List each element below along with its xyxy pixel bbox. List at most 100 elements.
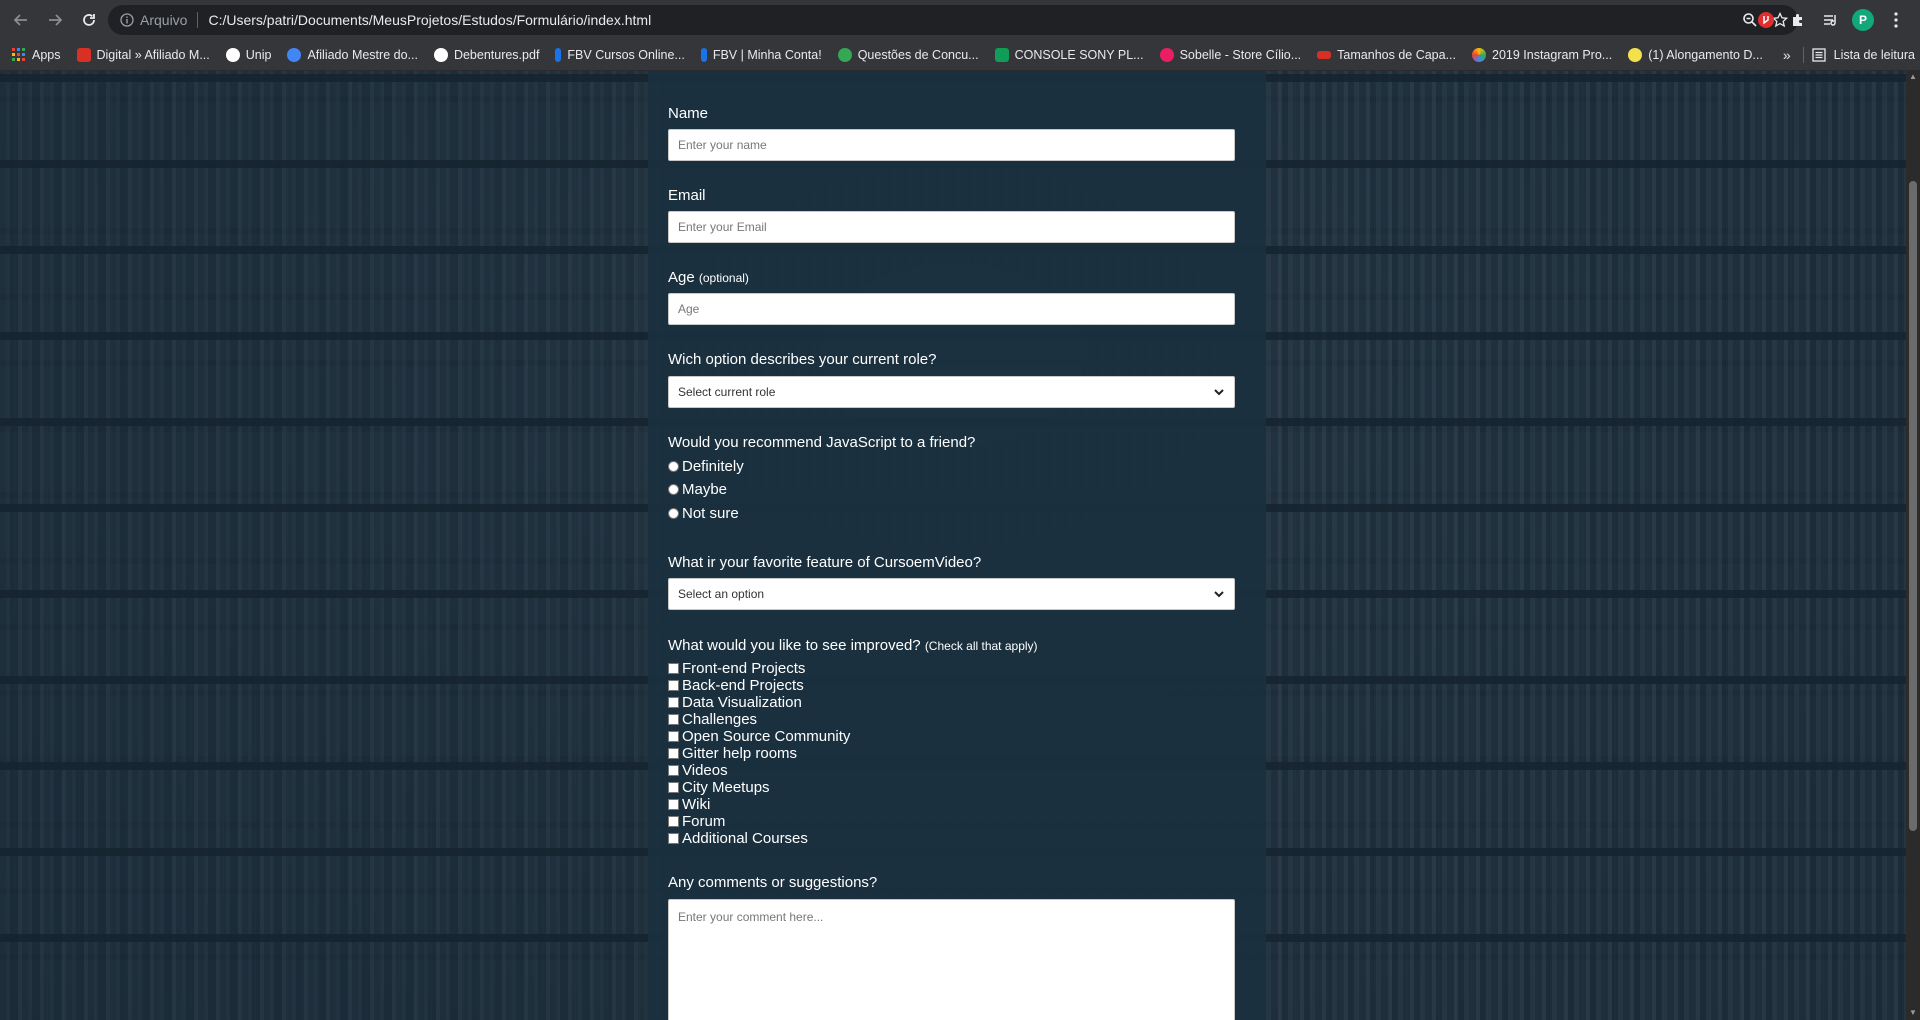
bookmark-item[interactable]: Tamanhos de Capa... (1317, 48, 1456, 62)
bookmark-item[interactable]: Questões de Concu... (837, 48, 979, 62)
checkbox-option[interactable]: City Meetups (668, 779, 770, 796)
arrow-right-icon (49, 14, 63, 26)
back-button[interactable] (8, 7, 34, 33)
checkbox[interactable] (668, 663, 679, 674)
more-bookmarks-chevron-icon[interactable]: » (1783, 47, 1791, 63)
checkbox-label: Open Source Community (682, 728, 851, 745)
checkbox[interactable] (668, 731, 679, 742)
bookmark-item[interactable]: FBV Cursos Online... (555, 48, 685, 62)
checkbox-option[interactable]: Open Source Community (668, 728, 850, 745)
bookmark-apps[interactable]: Apps (12, 48, 61, 62)
feature-selected-value: Select an option (678, 587, 765, 601)
feature-label: What ir your favorite feature of Cursoem… (668, 554, 982, 571)
favicon-icon (837, 48, 852, 62)
checkbox[interactable] (668, 680, 679, 691)
radio-option[interactable]: Definitely (668, 458, 744, 475)
checkbox-label: City Meetups (682, 779, 770, 796)
checkbox-label: Wiki (682, 796, 711, 813)
bookmark-item[interactable]: Digital » Afiliado M... (76, 48, 210, 62)
bookmark-item[interactable]: Debentures.pdf (433, 48, 540, 62)
checkbox-label: Additional Courses (682, 830, 808, 847)
name-input[interactable]: Enter your name (668, 129, 1235, 161)
checkbox-label: Front-end Projects (682, 660, 806, 677)
role-select[interactable]: Select current role (668, 376, 1235, 408)
checkbox-label: Videos (682, 762, 728, 779)
radio-button[interactable] (668, 484, 679, 495)
reload-button[interactable] (76, 7, 102, 33)
improve-label: What would you like to see improved? (Ch… (668, 637, 1038, 654)
checkbox-option[interactable]: Back-end Projects (668, 677, 804, 694)
bookmark-label: Unip (245, 48, 272, 62)
menu-kebab-icon[interactable] (1886, 10, 1906, 30)
forward-button[interactable] (42, 7, 68, 33)
favicon-icon (1472, 48, 1486, 62)
improve-label-text: What would you like to see improved? (668, 637, 921, 654)
email-label: Email (668, 187, 706, 204)
favicon-icon (700, 48, 707, 62)
radio-option[interactable]: Not sure (668, 505, 739, 522)
bookmark-item[interactable]: 2019 Instagram Pro... (1472, 48, 1612, 62)
bookmark-item[interactable]: Sobelle - Store Cílio... (1159, 48, 1301, 62)
bookmark-item[interactable]: Unip (225, 48, 272, 62)
email-input[interactable]: Enter your Email (668, 211, 1235, 243)
age-label-text: Age (668, 269, 695, 286)
checkbox-label: Back-end Projects (682, 677, 804, 694)
bookmark-label: Questões de Concu... (857, 48, 979, 62)
checkbox[interactable] (668, 765, 679, 776)
comments-label: Any comments or suggestions? (668, 874, 878, 891)
checkbox[interactable] (668, 799, 679, 810)
bookmark-item[interactable]: (1) Alongamento D... (1628, 48, 1763, 62)
checkbox-label: Gitter help rooms (682, 745, 798, 762)
checkbox-option[interactable]: Gitter help rooms (668, 745, 797, 762)
bookmark-label: Afiliado Mestre do... (307, 48, 418, 62)
bookmark-label: Tamanhos de Capa... (1337, 48, 1456, 62)
url-text[interactable]: C:/Users/patri/Documents/MeusProjetos/Es… (208, 12, 651, 28)
globe-icon (225, 48, 240, 62)
scrollbar-thumb[interactable] (1909, 181, 1917, 831)
checkbox[interactable] (668, 697, 679, 708)
address-bar[interactable]: Arquivo C:/Users/patri/Documents/MeusPro… (108, 5, 1798, 35)
reading-list-button[interactable]: Lista de leitura (1812, 48, 1915, 62)
bookmark-item[interactable]: Afiliado Mestre do... (287, 48, 418, 62)
checkbox-option[interactable]: Additional Courses (668, 830, 808, 847)
recommend-label: Would you recommend JavaScript to a frie… (668, 434, 976, 451)
secure-label: Arquivo (140, 12, 188, 28)
scroll-down-arrow-icon[interactable]: ▼ (1909, 1009, 1917, 1017)
checkbox-option[interactable]: Wiki (668, 796, 710, 813)
feature-select[interactable]: Select an option (668, 578, 1235, 610)
bookmark-label: Debentures.pdf (453, 48, 540, 62)
checkbox[interactable] (668, 833, 679, 844)
reading-mode-icon[interactable] (1820, 10, 1840, 30)
age-optional-hint: (optional) (698, 271, 749, 285)
bookmark-item[interactable]: CONSOLE SONY PL... (994, 48, 1144, 62)
favicon-icon (76, 48, 91, 62)
checkbox-option[interactable]: Forum (668, 813, 725, 830)
bookmark-label: FBV Cursos Online... (567, 48, 685, 62)
checkbox-label: Data Visualization (682, 694, 802, 711)
radio-button[interactable] (668, 461, 679, 472)
radio-button[interactable] (668, 508, 679, 519)
profile-avatar[interactable]: P (1852, 9, 1874, 31)
checkbox[interactable] (668, 782, 679, 793)
bookmark-item[interactable]: FBV | Minha Conta! (700, 48, 822, 62)
page-scrollbar[interactable]: ▲ ▼ (1906, 71, 1920, 1020)
checkbox-option[interactable]: Data Visualization (668, 694, 802, 711)
radio-option[interactable]: Maybe (668, 481, 727, 498)
checkbox[interactable] (668, 748, 679, 759)
site-info-button[interactable]: Arquivo (120, 12, 187, 28)
bookmark-label: 2019 Instagram Pro... (1492, 48, 1613, 62)
globe-icon (433, 48, 448, 62)
checkbox[interactable] (668, 714, 679, 725)
checkbox[interactable] (668, 816, 679, 827)
browser-toolbar: Arquivo C:/Users/patri/Documents/MeusPro… (0, 0, 1920, 40)
scroll-up-arrow-icon[interactable]: ▲ (1909, 73, 1917, 81)
age-input[interactable]: Age (668, 293, 1235, 325)
extension-red-icon[interactable] (1756, 10, 1776, 30)
name-label: Name (668, 105, 709, 122)
extensions-puzzle-icon[interactable] (1788, 10, 1808, 30)
comments-textarea[interactable]: Enter your comment here... (668, 899, 1235, 1020)
checkbox-option[interactable]: Challenges (668, 711, 757, 728)
checkbox-option[interactable]: Videos (668, 762, 728, 779)
bookmark-label: Digital » Afiliado M... (96, 48, 210, 62)
checkbox-option[interactable]: Front-end Projects (668, 660, 805, 677)
